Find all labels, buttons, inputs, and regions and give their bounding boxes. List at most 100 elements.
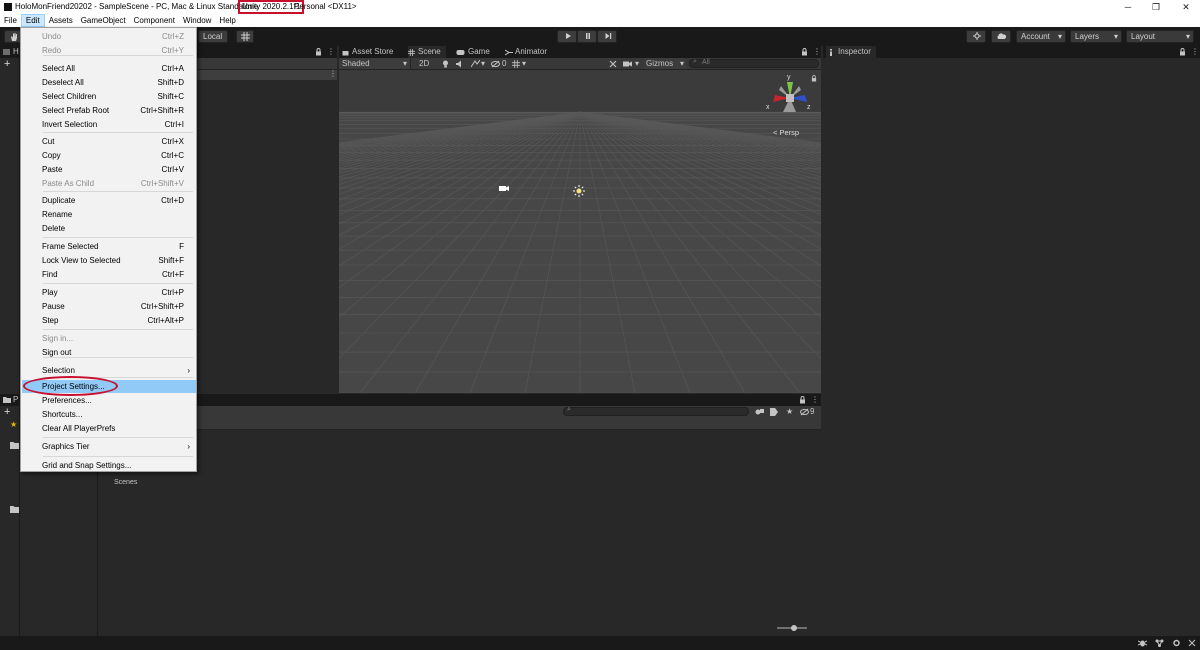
hierarchy-scene-row[interactable]: ⋮ — [197, 69, 337, 80]
panel-menu-icon[interactable]: ⋮ — [327, 46, 335, 57]
chevron-down-icon[interactable]: ▾ — [635, 58, 639, 69]
play-icon — [566, 33, 571, 39]
close-button[interactable]: ✕ — [1180, 1, 1192, 13]
settings-gear-icon[interactable] — [1172, 639, 1181, 647]
shading-dropdown[interactable]: Shaded ▾ — [339, 58, 411, 69]
pivot-local-toggle[interactable]: Local — [198, 30, 228, 43]
chevron-down-icon[interactable]: ▾ — [481, 58, 485, 69]
menu-item-pause[interactable]: Pause Ctrl+Shift+P — [22, 300, 196, 313]
panel-menu-icon[interactable]: ⋮ — [1191, 46, 1199, 57]
hierarchy-tab-label[interactable]: H — [13, 46, 19, 58]
lock-icon[interactable] — [1179, 48, 1186, 56]
menu-item-select-children[interactable]: Select Children Shift+C — [22, 90, 196, 103]
menu-item-clear-all-playerprefs[interactable]: Clear All PlayerPrefs — [22, 422, 196, 435]
scene-menu-icon[interactable]: ⋮ — [329, 69, 337, 78]
menu-item-cut[interactable]: Cut Ctrl+X — [22, 135, 196, 148]
menu-item-invert-selection[interactable]: Invert Selection Ctrl+I — [22, 118, 196, 131]
minimize-button[interactable]: ─ — [1122, 1, 1134, 13]
project-tab-label[interactable]: P — [13, 394, 18, 406]
grid-snap-button[interactable] — [236, 30, 254, 43]
project-search-input[interactable]: ⌕ — [563, 406, 749, 416]
menu-item-play[interactable]: Play Ctrl+P — [22, 286, 196, 299]
menu-item-paste-as-child[interactable]: Paste As Child Ctrl+Shift+V — [22, 177, 196, 190]
light-gizmo-icon[interactable] — [573, 185, 585, 197]
menu-item-selection[interactable]: Selection › — [22, 364, 196, 377]
hierarchy-search-bar[interactable] — [197, 58, 337, 70]
lock-icon[interactable] — [315, 48, 322, 56]
lighting-bulb-icon[interactable] — [442, 60, 449, 68]
icon-size-slider[interactable] — [777, 625, 807, 631]
scene-search-input[interactable]: ⌕ All — [689, 58, 819, 68]
menu-item-undo[interactable]: Undo Ctrl+Z — [22, 30, 196, 43]
tab-inspector[interactable]: Inspector — [826, 46, 876, 58]
layout-dropdown[interactable]: Layout ▾ — [1126, 30, 1194, 43]
graph-network-icon[interactable] — [1155, 639, 1164, 647]
bug-icon[interactable] — [1138, 639, 1147, 647]
menu-assets[interactable]: Assets — [45, 14, 77, 27]
menu-edit[interactable]: Edit — [20, 14, 45, 27]
lock-icon[interactable] — [799, 396, 806, 404]
progress-icon[interactable] — [1188, 639, 1196, 647]
pause-button[interactable] — [577, 30, 597, 43]
add-icon[interactable]: + — [4, 406, 10, 418]
menu-item-grid-and-snap-settings[interactable]: Grid and Snap Settings... — [22, 459, 196, 472]
gizmo-center[interactable] — [786, 94, 794, 102]
toggle-2d-button[interactable]: 2D — [419, 58, 429, 69]
orientation-gizmo[interactable] — [767, 74, 817, 124]
menu-item-paste[interactable]: Paste Ctrl+V — [22, 163, 196, 176]
audio-speaker-icon[interactable] — [456, 60, 464, 68]
menu-item-deselect-all[interactable]: Deselect All Shift+D — [22, 76, 196, 89]
hidden-eye-icon[interactable] — [800, 408, 809, 416]
step-button[interactable] — [597, 30, 617, 43]
collab-button[interactable] — [966, 30, 986, 43]
tab-game[interactable]: Game — [456, 46, 494, 58]
menu-item-select-prefab-root[interactable]: Select Prefab Root Ctrl+Shift+R — [22, 104, 196, 117]
menu-item-duplicate[interactable]: Duplicate Ctrl+D — [22, 194, 196, 207]
favorite-star-icon[interactable]: ★ — [786, 406, 793, 417]
scene-viewport[interactable]: y x z < Persp — [339, 58, 821, 393]
menu-gameobject[interactable]: GameObject — [77, 14, 130, 27]
add-icon[interactable]: + — [4, 58, 10, 70]
menu-item-select-all[interactable]: Select All Ctrl+A — [22, 62, 196, 75]
tab-scene[interactable]: Scene — [408, 46, 446, 58]
menu-item-preferences[interactable]: Preferences... — [22, 394, 196, 407]
panel-menu-icon[interactable]: ⋮ — [811, 394, 819, 405]
menu-item-sign-in[interactable]: Sign in... — [22, 332, 196, 345]
perspective-toggle[interactable]: < Persp — [773, 128, 799, 137]
layers-dropdown[interactable]: Layers ▾ — [1070, 30, 1122, 43]
menu-window[interactable]: Window — [179, 14, 215, 27]
menu-component[interactable]: Component — [130, 14, 179, 27]
camera-icon[interactable] — [623, 60, 633, 68]
menu-item-copy[interactable]: Copy Ctrl+C — [22, 149, 196, 162]
hidden-eye-icon[interactable] — [491, 60, 500, 68]
menu-item-step[interactable]: Step Ctrl+Alt+P — [22, 314, 196, 327]
account-dropdown[interactable]: Account ▾ — [1016, 30, 1066, 43]
menu-item-shortcuts[interactable]: Shortcuts... — [22, 408, 196, 421]
menu-item-delete[interactable]: Delete — [22, 222, 196, 235]
play-button[interactable] — [557, 30, 577, 43]
chevron-down-icon[interactable]: ▾ — [522, 58, 526, 69]
tab-animator[interactable]: Animator — [505, 46, 553, 58]
effects-icon[interactable] — [471, 60, 480, 68]
menu-help[interactable]: Help — [215, 14, 239, 27]
slider-handle[interactable] — [791, 625, 797, 631]
menu-item-rename[interactable]: Rename — [22, 208, 196, 221]
panel-menu-icon[interactable]: ⋮ — [813, 46, 821, 57]
menu-item-frame-selected[interactable]: Frame Selected F — [22, 240, 196, 253]
menu-file[interactable]: File — [0, 14, 21, 27]
tab-asset-store[interactable]: Asset Store — [342, 46, 400, 58]
menu-item-graphics-tier[interactable]: Graphics Tier › — [22, 440, 196, 453]
lock-icon[interactable] — [801, 48, 808, 56]
gizmos-dropdown[interactable]: Gizmos ▾ — [644, 58, 686, 69]
maximize-button[interactable]: ❐ — [1150, 1, 1162, 13]
filter-by-type-icon[interactable] — [755, 408, 764, 416]
project-folder-label[interactable]: Scenes — [114, 479, 137, 486]
tools-icon[interactable] — [609, 60, 617, 68]
camera-gizmo-icon[interactable] — [498, 184, 510, 193]
lock-icon[interactable] — [811, 75, 817, 82]
filter-by-label-icon[interactable] — [770, 408, 778, 416]
cloud-button[interactable] — [991, 30, 1011, 43]
menu-item-find[interactable]: Find Ctrl+F — [22, 268, 196, 281]
menu-item-lock-view-to-selected[interactable]: Lock View to Selected Shift+F — [22, 254, 196, 267]
grid-icon[interactable] — [512, 60, 520, 68]
